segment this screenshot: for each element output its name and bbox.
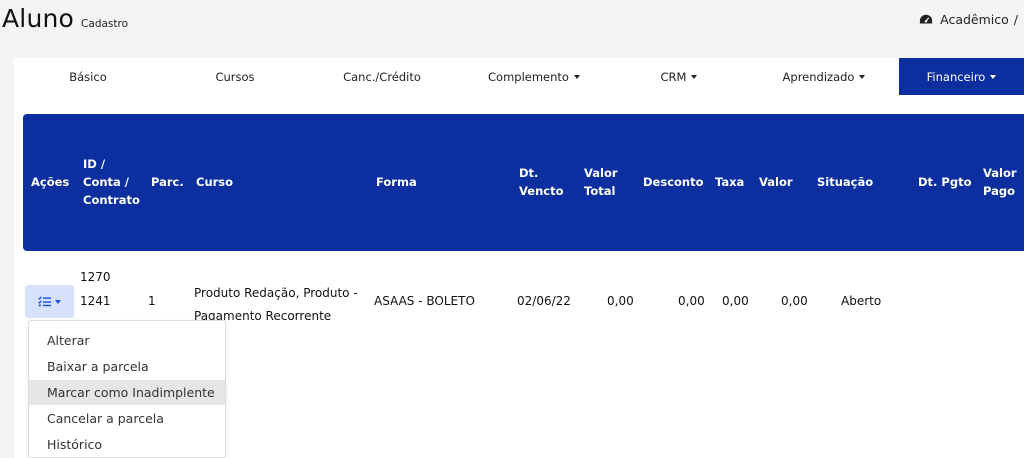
- tab-canc-credito[interactable]: Canc./Crédito: [327, 58, 437, 95]
- col-header-parc: Parc.: [151, 175, 184, 189]
- col-header-valor-pago: Valor Pago: [983, 166, 1017, 198]
- menu-item-marcar-inadimplente[interactable]: Marcar como Inadimplente: [29, 379, 225, 406]
- cell-taxa: 0,00: [722, 294, 749, 308]
- tab-crm[interactable]: CRM: [634, 58, 724, 95]
- menu-item-cancelar-parcela[interactable]: Cancelar a parcela: [29, 405, 225, 431]
- col-header-curso: Curso: [196, 175, 234, 189]
- col-header-forma: Forma: [376, 175, 417, 189]
- cell-desconto: 0,00: [678, 294, 705, 308]
- row-actions-button[interactable]: [25, 285, 74, 318]
- tab-aprendizado[interactable]: Aprendizado: [769, 58, 879, 95]
- chevron-down-icon: [55, 299, 61, 304]
- menu-item-baixar-parcela[interactable]: Baixar a parcela: [29, 354, 225, 380]
- list-check-icon: [38, 296, 51, 307]
- page-title: Aluno: [2, 4, 75, 33]
- cell-id: 1270: [80, 270, 111, 284]
- chevron-down-icon: [990, 74, 997, 79]
- col-header-dt-pgto: Dt. Pgto: [918, 175, 972, 189]
- page: Aluno Cadastro Acadêmico / Básico Cursos…: [0, 0, 1024, 458]
- cell-forma: ASAAS - BOLETO: [374, 294, 475, 308]
- chevron-down-icon: [859, 74, 866, 79]
- cell-valor: 0,00: [781, 294, 808, 308]
- col-header-valor-total: Valor Total: [584, 166, 618, 198]
- tab-bar: Básico Cursos Canc./Crédito Complemento …: [14, 58, 1024, 95]
- breadcrumb-link-academico[interactable]: Acadêmico: [940, 12, 1009, 27]
- gauge-icon: [919, 14, 933, 23]
- col-header-id: ID / Conta / Contrato: [83, 157, 140, 207]
- tab-cursos[interactable]: Cursos: [190, 58, 280, 95]
- col-header-taxa: Taxa: [715, 175, 745, 189]
- cell-situacao: Aberto: [841, 294, 882, 308]
- menu-item-alterar[interactable]: Alterar: [29, 328, 225, 354]
- page-header: Aluno Cadastro: [2, 4, 128, 33]
- col-header-valor: Valor: [759, 175, 793, 189]
- cell-valor-total: 0,00: [607, 294, 634, 308]
- col-header-situacao: Situação: [817, 175, 874, 189]
- cell-parc: 1: [148, 294, 156, 308]
- page-subtitle: Cadastro: [81, 18, 129, 30]
- cell-vencto: 02/06/22: [517, 294, 571, 308]
- tab-complemento[interactable]: Complemento: [474, 58, 594, 95]
- col-header-acoes: Ações: [31, 175, 70, 189]
- table-header: Ações ID / Conta / Contrato Parc. Curso …: [23, 114, 1024, 251]
- tab-basico[interactable]: Básico: [42, 58, 134, 95]
- row-actions-menu: Alterar Baixar a parcela Marcar como Ina…: [28, 320, 226, 458]
- breadcrumb-separator: /: [1013, 12, 1018, 27]
- chevron-down-icon: [691, 74, 698, 79]
- menu-item-historico[interactable]: Histórico: [29, 431, 225, 457]
- tab-financeiro[interactable]: Financeiro: [899, 58, 1024, 95]
- col-header-dt-vencto: Dt. Vencto: [519, 166, 564, 198]
- breadcrumb: Acadêmico /: [919, 12, 1018, 27]
- cell-conta: 1241: [80, 294, 111, 308]
- col-header-desconto: Desconto: [643, 175, 704, 189]
- chevron-down-icon: [573, 74, 580, 79]
